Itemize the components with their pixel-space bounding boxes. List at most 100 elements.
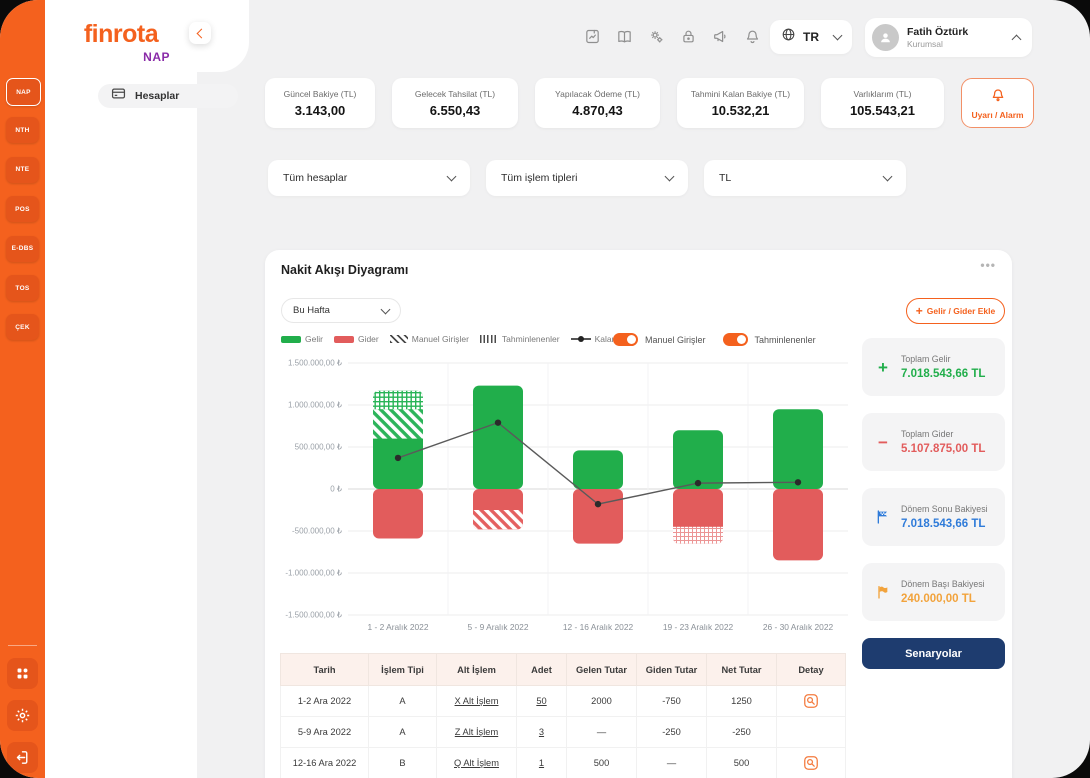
sidebar-item-hesaplar[interactable]: Hesaplar [98, 84, 238, 108]
cell-adet-link[interactable]: 1 [517, 748, 567, 778]
finish-flag-icon [874, 509, 892, 525]
sidebar-item-label: Hesaplar [135, 90, 179, 102]
cell-tarih: 5-9 Ara 2022 [281, 717, 369, 748]
stat-value: 7.018.543,66 TL [901, 518, 988, 530]
avatar [872, 24, 899, 51]
summary-card-value: 105.543,21 [850, 103, 915, 118]
filter-accounts[interactable]: Tüm hesaplar [268, 160, 470, 196]
alarm-button[interactable]: Uyarı / Alarm [961, 78, 1034, 128]
legend-label: Tahminlenenler [502, 334, 560, 344]
svg-text:19 - 23 Aralık 2022: 19 - 23 Aralık 2022 [663, 622, 734, 632]
link-text[interactable]: Q Alt İşlem [454, 758, 499, 768]
scenarios-button[interactable]: Senaryolar [862, 638, 1005, 669]
chevron-left-icon [197, 28, 207, 38]
summary-card: Varlıklarım (TL) 105.543,21 [821, 78, 944, 128]
table-row: 5-9 Ara 2022AZ Alt İşlem3—-250-250 [281, 717, 846, 748]
sidebar-collapse-button[interactable] [189, 22, 211, 44]
detail-icon[interactable] [803, 693, 819, 709]
toggle-switch[interactable] [613, 333, 638, 346]
rail-item-e-dbs[interactable]: E-DBS [6, 236, 39, 262]
period-selector[interactable]: Bu Hafta [281, 298, 401, 323]
link-text[interactable]: 1 [539, 758, 544, 768]
cashflow-card: Nakit Akışı Diyagramı ••• Bu Hafta + Gel… [265, 250, 1012, 778]
report-icon[interactable] [584, 28, 601, 45]
stat-toplam-gider: −Toplam Gider5.107.875,00 TL [862, 413, 1005, 471]
cell-tarih: 1-2 Ara 2022 [281, 686, 369, 717]
filter-value: TL [719, 172, 731, 184]
filter-row: Tüm hesaplar Tüm işlem tipleri TL [268, 160, 906, 196]
stat-toplam-gelir: +Toplam Gelir7.018.543,66 TL [862, 338, 1005, 396]
rail-item-nte[interactable]: NTE [6, 157, 39, 183]
link-text[interactable]: X Alt İşlem [455, 696, 499, 706]
cell-alt-islem-link[interactable]: Z Alt İşlem [437, 717, 517, 748]
column-header: Adet [517, 654, 567, 686]
bank-card-icon [111, 86, 126, 106]
cell-adet-link[interactable]: 3 [517, 717, 567, 748]
apps-icon[interactable] [7, 658, 38, 689]
add-income-expense-button[interactable]: + Gelir / Gider Ekle [906, 298, 1005, 324]
filter-value: Tüm hesaplar [283, 172, 347, 184]
summary-card-value: 6.550,43 [430, 103, 481, 118]
announcement-icon[interactable] [712, 28, 729, 45]
chart-legend: GelirGiderManuel GirişlerTahminlenenlerK… [281, 334, 616, 344]
alarm-button-label: Uyarı / Alarm [971, 110, 1023, 120]
legend-swatch-solid-green [281, 336, 301, 343]
language-selector[interactable]: TR [770, 20, 852, 54]
user-menu[interactable]: Fatih Öztürk Kurumsal [865, 18, 1032, 57]
legend-label: Gelir [305, 334, 323, 344]
toggle-label: Tahminlenenler [755, 335, 816, 345]
rail-item-pos[interactable]: POS [6, 196, 39, 222]
minus-icon: − [874, 434, 892, 451]
cell-alt-islem-link[interactable]: X Alt İşlem [437, 686, 517, 717]
guide-icon[interactable] [616, 28, 633, 45]
cell-gelen-tutar: — [567, 717, 637, 748]
filter-transaction-types[interactable]: Tüm işlem tipleri [486, 160, 688, 196]
cell-alt-islem-link[interactable]: Q Alt İşlem [437, 748, 517, 778]
cell-adet-link[interactable]: 50 [517, 686, 567, 717]
gears-icon[interactable] [648, 28, 665, 45]
plus-icon: + [874, 359, 892, 376]
chevron-down-icon [447, 172, 457, 182]
link-text[interactable]: Z Alt İşlem [455, 727, 498, 737]
detail-icon[interactable] [803, 755, 819, 771]
legend-label: Manuel Girişler [412, 334, 469, 344]
link-text[interactable]: 50 [536, 696, 546, 706]
app-window: NAPNTHNTEPOSE-DBSTOSÇEK finrota NAP Hesa… [0, 0, 1090, 778]
chevron-down-icon [381, 304, 391, 314]
column-header: Giden Tutar [637, 654, 707, 686]
cell-giden-tutar: — [637, 748, 707, 778]
bell-icon[interactable] [744, 28, 761, 45]
rail-item-çek[interactable]: ÇEK [6, 314, 39, 340]
settings-icon[interactable] [7, 700, 38, 731]
legend-swatch-solid-red [334, 336, 354, 343]
cell-net-tutar: 500 [707, 748, 777, 778]
alarm-bell-icon [990, 87, 1006, 108]
svg-text:-500.000,00 ₺: -500.000,00 ₺ [292, 527, 342, 536]
summary-card: Yapılacak Ödeme (TL)4.870,43 [535, 78, 660, 128]
cell-detay [777, 717, 846, 748]
summary-card: Güncel Bakiye (TL)3.143,00 [265, 78, 375, 128]
module-rail: NAP NTH NTE POS E-DBS TOS ÇEK [0, 0, 45, 778]
column-header: Detay [777, 654, 846, 686]
add-button-label: Gelir / Gider Ekle [927, 306, 996, 316]
toggle-knob [737, 335, 746, 344]
card-title: Nakit Akışı Diyagramı [281, 263, 408, 277]
toggle-switch[interactable] [723, 333, 748, 346]
toggle-manuel-giri-ler[interactable]: Manuel Girişler [613, 333, 706, 346]
rail-item-nap[interactable]: NAP [6, 78, 41, 106]
toggle-tahminlenenler[interactable]: Tahminlenenler [723, 333, 816, 346]
globe-icon [781, 27, 796, 47]
svg-text:0 ₺: 0 ₺ [330, 485, 342, 494]
link-text[interactable]: 3 [539, 727, 544, 737]
logout-icon[interactable] [7, 742, 38, 773]
summary-card-label: Varlıklarım (TL) [854, 89, 912, 99]
filter-currency[interactable]: TL [704, 160, 906, 196]
svg-text:-1.500.000,00 ₺: -1.500.000,00 ₺ [285, 611, 342, 620]
rail-item-tos[interactable]: TOS [6, 275, 39, 301]
rail-item-nth[interactable]: NTH [6, 117, 39, 143]
plus-icon: + [916, 304, 923, 318]
column-header: Alt İşlem [437, 654, 517, 686]
lock-icon[interactable] [680, 28, 697, 45]
cell-detay [777, 686, 846, 717]
more-options-icon[interactable]: ••• [980, 258, 996, 272]
